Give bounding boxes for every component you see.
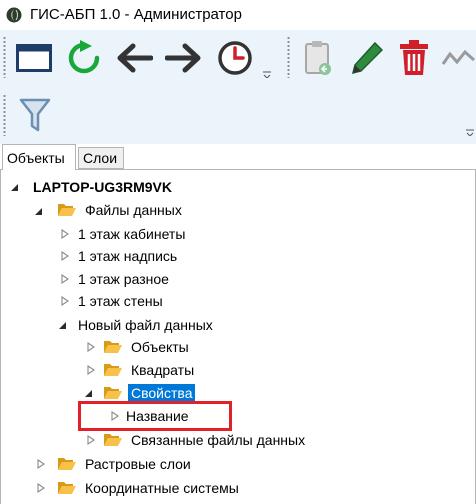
delete-button[interactable] bbox=[392, 36, 436, 80]
window-button[interactable] bbox=[12, 36, 56, 80]
app-logo-icon bbox=[6, 7, 22, 23]
arrow-right-icon bbox=[165, 43, 201, 73]
folder-open-icon bbox=[104, 363, 122, 377]
toolbar-grip[interactable] bbox=[3, 94, 6, 136]
tree-node-label: Свойства bbox=[128, 384, 196, 402]
title-bar: ГИС-АБП 1.0 - Администратор bbox=[0, 0, 476, 30]
collapse-arrow-icon[interactable] bbox=[86, 435, 96, 445]
history-button[interactable] bbox=[213, 36, 257, 80]
chart-button[interactable] bbox=[440, 36, 476, 80]
collapse-arrow-icon[interactable] bbox=[86, 365, 96, 375]
tree-node-new-data-file[interactable]: Новый файл данных bbox=[75, 314, 216, 336]
tree-node-label: Объекты bbox=[131, 339, 189, 355]
back-button[interactable] bbox=[112, 36, 156, 80]
clipboard-icon bbox=[305, 41, 331, 75]
pencil-icon bbox=[351, 41, 384, 75]
chevron-down-icon[interactable] bbox=[466, 128, 474, 136]
tree-node-label: Файлы данных bbox=[85, 202, 182, 218]
chevron-down-icon[interactable] bbox=[263, 70, 271, 78]
highlight-rectangle bbox=[78, 401, 232, 431]
folder-open-icon bbox=[58, 481, 76, 495]
tree-node-raster-layers[interactable]: Растровые слои bbox=[58, 453, 194, 475]
tree-node-linked-files[interactable]: Связанные файлы данных bbox=[104, 429, 308, 451]
tree-node-label: Координатные системы bbox=[85, 480, 239, 496]
collapse-arrow-icon[interactable] bbox=[60, 251, 70, 261]
tree-node-label: 1 этаж стены bbox=[78, 293, 163, 309]
tab-objects[interactable]: Объекты bbox=[2, 144, 76, 170]
window-icon bbox=[16, 44, 52, 72]
collapse-arrow-icon[interactable] bbox=[36, 459, 46, 469]
tree-node-label: LAPTOP-UG3RM9VK bbox=[33, 179, 172, 195]
toolbar-grip[interactable] bbox=[3, 36, 6, 78]
tree-node-label: Растровые слои bbox=[85, 456, 191, 472]
arrow-left-icon bbox=[117, 43, 153, 73]
tab-strip: Объекты Слои bbox=[0, 144, 476, 170]
tree-node-label: 1 этаж надпись bbox=[78, 248, 178, 264]
tree-node-data-files[interactable]: Файлы данных bbox=[58, 199, 185, 221]
tree-node-floor-caption[interactable]: 1 этаж надпись bbox=[75, 245, 180, 267]
folder-open-icon bbox=[104, 340, 122, 354]
main-toolbar bbox=[0, 30, 476, 86]
tree-node-label: Связанные файлы данных bbox=[131, 432, 306, 448]
edit-button[interactable] bbox=[345, 36, 389, 80]
folder-open-icon bbox=[104, 386, 122, 400]
clock-icon bbox=[218, 41, 252, 75]
folder-open-icon bbox=[58, 203, 76, 217]
chart-icon bbox=[441, 49, 475, 65]
tree-node-coord-systems[interactable]: Координатные системы bbox=[58, 477, 242, 499]
tree-node-squares[interactable]: Квадраты bbox=[104, 359, 197, 381]
paste-button[interactable] bbox=[296, 36, 340, 80]
tree-node-label: Квадраты bbox=[131, 362, 195, 378]
collapse-arrow-icon[interactable] bbox=[86, 342, 96, 352]
collapse-arrow-icon[interactable] bbox=[60, 274, 70, 284]
expand-arrow-icon[interactable] bbox=[10, 182, 20, 192]
expand-arrow-icon[interactable] bbox=[34, 206, 44, 216]
collapse-arrow-icon[interactable] bbox=[60, 296, 70, 306]
filter-icon bbox=[19, 98, 51, 132]
tree-node-floor-walls[interactable]: 1 этаж стены bbox=[75, 290, 166, 312]
tree-node-objects[interactable]: Объекты bbox=[104, 336, 192, 358]
folder-open-icon bbox=[104, 433, 122, 447]
collapse-arrow-icon[interactable] bbox=[36, 483, 46, 493]
toolbar-grip[interactable] bbox=[287, 36, 290, 78]
filter-button[interactable] bbox=[13, 93, 57, 137]
tree-node-floor-misc[interactable]: 1 этаж разное bbox=[75, 268, 172, 290]
expand-arrow-icon[interactable] bbox=[84, 388, 94, 398]
tree-node-label: Новый файл данных bbox=[78, 317, 213, 333]
trash-icon bbox=[400, 40, 428, 75]
folder-open-icon bbox=[58, 457, 76, 471]
refresh-icon bbox=[68, 40, 100, 74]
refresh-button[interactable] bbox=[62, 36, 106, 80]
window-title: ГИС-АБП 1.0 - Администратор bbox=[30, 6, 242, 23]
tree-node-label: 1 этаж кабинеты bbox=[78, 226, 186, 242]
forward-button[interactable] bbox=[162, 36, 206, 80]
collapse-arrow-icon[interactable] bbox=[60, 229, 70, 239]
tab-layers[interactable]: Слои bbox=[78, 147, 124, 169]
tree-node-root[interactable]: LAPTOP-UG3RM9VK bbox=[30, 176, 175, 198]
tree-node-floor-offices[interactable]: 1 этаж кабинеты bbox=[75, 223, 188, 245]
tree-node-label: 1 этаж разное bbox=[78, 271, 169, 287]
expand-arrow-icon[interactable] bbox=[58, 320, 68, 330]
filter-toolbar bbox=[0, 86, 476, 144]
